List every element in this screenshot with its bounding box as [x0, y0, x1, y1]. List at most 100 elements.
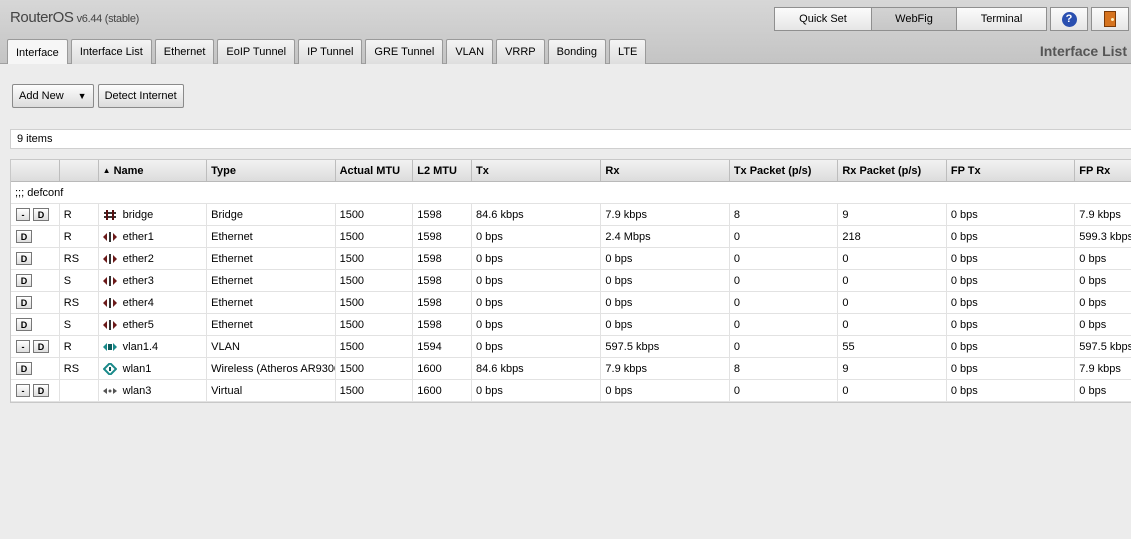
table-row[interactable]: - Dwlan3 Virtual 1500 1600 0 bps 0 bps 0 0 0 bps 0…: [11, 380, 1131, 402]
tab-bar: Interface Interface List Ethernet EoIP Tunn…: [7, 39, 649, 65]
col-name-label: Name: [113, 164, 144, 177]
disable-button[interactable]: D: [33, 340, 49, 353]
fp-rx-cell: 0 bps: [1079, 384, 1107, 397]
webfig-button[interactable]: WebFig: [871, 7, 957, 31]
disable-button[interactable]: D: [33, 208, 49, 221]
help-button[interactable]: ?: [1050, 7, 1088, 31]
logout-button[interactable]: [1091, 7, 1129, 31]
tab-ethernet[interactable]: Ethernet: [154, 39, 215, 64]
col-tx-packet-header[interactable]: Tx Packet (p/s): [730, 160, 839, 181]
tx-cell: 0 bps: [472, 226, 602, 247]
type-cell: VLAN: [207, 336, 336, 357]
tx-packet-cell: 8: [730, 204, 839, 225]
disable-button[interactable]: D: [16, 274, 32, 287]
disable-button[interactable]: D: [16, 296, 32, 309]
name-cell[interactable]: ether1: [99, 226, 208, 247]
name-cell[interactable]: ether3: [99, 270, 208, 291]
actual-mtu-cell: 1500: [336, 336, 414, 357]
tab-vlan[interactable]: VLAN: [446, 39, 494, 64]
tab-interface-list[interactable]: Interface List: [70, 39, 152, 64]
ethernet-icon: [102, 231, 117, 243]
disable-button[interactable]: D: [16, 230, 32, 243]
row-action-cell: D: [11, 248, 60, 269]
disable-button[interactable]: D: [16, 252, 32, 265]
table-row[interactable]: D Sether5 Ethernet 1500 1598 0 bps 0 bps 0 0 0 bp…: [11, 314, 1131, 336]
tab-bonding[interactable]: Bonding: [547, 39, 607, 64]
rx-cell: 0 bps: [601, 380, 730, 401]
rx-cell: 7.9 kbps: [601, 204, 730, 225]
name-cell[interactable]: wlan3: [99, 380, 208, 401]
name-cell[interactable]: ether5: [99, 314, 208, 335]
defconf-comment: ;;; defconf: [11, 182, 1131, 204]
tx-packet-cell: 0: [730, 292, 839, 313]
type-cell: Ethernet: [207, 314, 336, 335]
disable-button[interactable]: D: [16, 318, 32, 331]
tx-cell: 0 bps: [472, 270, 602, 291]
rx-packet-cell: 0: [838, 270, 947, 291]
tab-ip-tunnel[interactable]: IP Tunnel: [298, 39, 363, 64]
col-tx-header[interactable]: Tx: [472, 160, 602, 181]
table-row[interactable]: D RS wlan1 Wireless (Atheros AR9300) 1500 160…: [11, 358, 1131, 380]
rx-packet-cell: 9: [838, 358, 947, 379]
name-cell[interactable]: ether4: [99, 292, 208, 313]
table-row[interactable]: - D Rbridge Bridge 1500 1598 84.6 kbps 7.9 kbps…: [11, 204, 1131, 226]
wireless-icon: [102, 361, 118, 376]
terminal-button[interactable]: Terminal: [956, 7, 1047, 31]
detect-internet-button[interactable]: Detect Internet: [97, 84, 184, 108]
main-content: Add New ▼ Detect Internet 9 items ▲ Name…: [0, 64, 1131, 539]
actual-mtu-cell: 1500: [336, 204, 414, 225]
name-cell[interactable]: ether2: [99, 248, 208, 269]
table-row[interactable]: D Sether3 Ethernet 1500 1598 0 bps 0 bps 0 0 0 bp…: [11, 270, 1131, 292]
ethernet-icon: [102, 253, 117, 265]
table-row[interactable]: D RS ether2 Ethernet 1500 1598 0 bps 0 bps 0 0 0 b…: [11, 248, 1131, 270]
name-cell[interactable]: bridge: [99, 204, 208, 225]
logout-icon: [1104, 11, 1116, 27]
l2-mtu-cell: 1594: [413, 336, 472, 357]
col-actual-mtu-header[interactable]: Actual MTU: [336, 160, 414, 181]
tx-cell: 0 bps: [472, 336, 602, 357]
remove-button[interactable]: -: [16, 384, 30, 397]
interface-name: vlan1.4: [122, 340, 159, 353]
flags-cell: R: [60, 226, 99, 247]
col-rx-header[interactable]: Rx: [601, 160, 730, 181]
col-type-header[interactable]: Type: [207, 160, 336, 181]
row-action-cell: D: [11, 292, 60, 313]
ethernet-icon: [102, 275, 117, 287]
top-header: RouterOS v6.44 (stable) Quick Set WebFig…: [0, 0, 1131, 65]
table-row[interactable]: - D Rvlan1.4 VLAN 1500 1594 0 bps 597.5 kbps 0 55…: [11, 336, 1131, 358]
interface-name: ether3: [122, 274, 154, 287]
tab-lte[interactable]: LTE: [609, 39, 647, 64]
type-cell: Wireless (Atheros AR9300): [207, 358, 336, 379]
flags-cell: S: [60, 270, 99, 291]
tx-cell: 0 bps: [472, 248, 602, 269]
col-rx-packet-header[interactable]: Rx Packet (p/s): [838, 160, 947, 181]
col-fp-rx-header[interactable]: FP Rx: [1075, 160, 1131, 181]
page-title: Interface List: [1039, 43, 1127, 59]
disable-button[interactable]: D: [33, 384, 49, 397]
actual-mtu-cell: 1500: [336, 248, 414, 269]
action-bar: Add New ▼ Detect Internet: [12, 84, 184, 108]
tab-eoip-tunnel[interactable]: EoIP Tunnel: [217, 39, 296, 64]
table-row[interactable]: D Rether1 Ethernet 1500 1598 0 bps 2.4 Mbps 0 21…: [11, 226, 1131, 248]
remove-button[interactable]: -: [16, 340, 30, 353]
name-cell[interactable]: vlan1.4: [99, 336, 208, 357]
table-row[interactable]: D RS ether4 Ethernet 1500 1598 0 bps 0 bps 0 0 0 b…: [11, 292, 1131, 314]
quick-set-button[interactable]: Quick Set: [774, 7, 872, 31]
disable-button[interactable]: D: [16, 362, 32, 375]
interface-name: ether2: [122, 252, 154, 265]
name-cell[interactable]: wlan1: [99, 358, 208, 379]
l2-mtu-cell: 1598: [413, 248, 472, 269]
tx-packet-cell: 0: [730, 270, 839, 291]
add-new-button[interactable]: Add New ▼: [12, 84, 94, 108]
fp-tx-cell: 0 bps: [947, 270, 1076, 291]
col-name-header[interactable]: ▲ Name: [99, 160, 208, 181]
type-cell: Bridge: [207, 204, 336, 225]
col-l2-mtu-header[interactable]: L2 MTU: [413, 160, 472, 181]
fp-tx-cell: 0 bps: [947, 204, 1076, 225]
col-fp-tx-header[interactable]: FP Tx: [947, 160, 1076, 181]
virtual-icon: [102, 385, 117, 397]
tab-gre-tunnel[interactable]: GRE Tunnel: [365, 39, 444, 64]
tab-interface[interactable]: Interface: [7, 39, 68, 65]
remove-button[interactable]: -: [16, 208, 30, 221]
tab-vrrp[interactable]: VRRP: [496, 39, 545, 64]
